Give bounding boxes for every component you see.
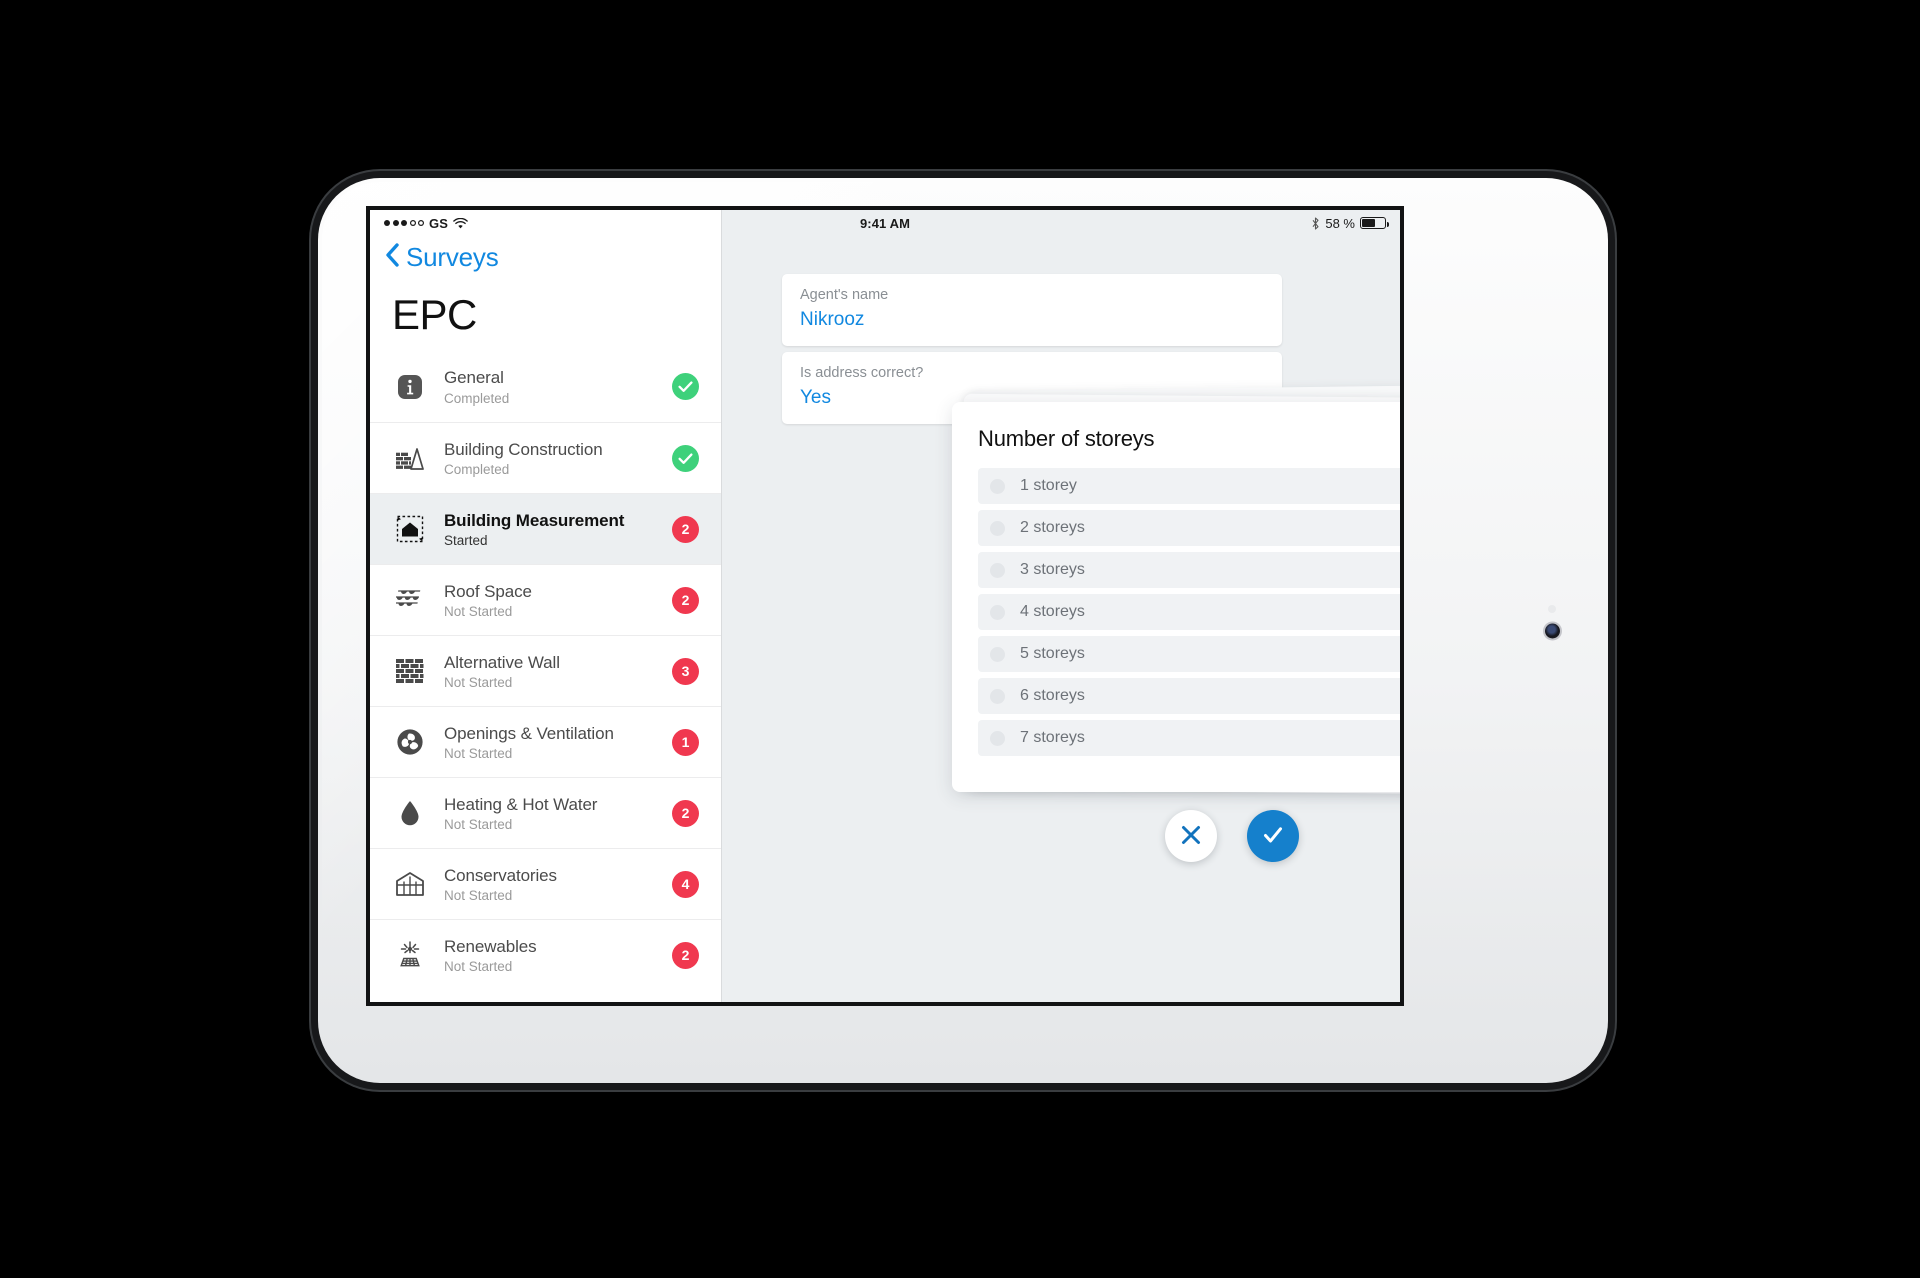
status-badge-count: 2 (672, 941, 699, 969)
option-label: 7 storeys (1020, 729, 1085, 746)
option-3-storeys[interactable]: 3 storeys (978, 552, 1400, 588)
ambient-light-sensor (1548, 604, 1556, 613)
sidebar-item-text: Heating & Hot Water Not Started (444, 794, 672, 832)
fan-icon (392, 724, 428, 760)
sidebar-item-status: Not Started (444, 604, 513, 620)
front-camera-icon (1545, 623, 1560, 638)
conservatory-icon (392, 866, 428, 902)
status-badge-count: 1 (672, 728, 699, 756)
sidebar-item-text: Building Measurement Started (444, 510, 672, 548)
back-to-surveys-button[interactable]: Surveys (370, 236, 721, 277)
survey-detail-panel: Agent's name Nikrooz Is address correct?… (722, 210, 1400, 1002)
close-icon (1180, 824, 1202, 849)
radio-icon (990, 688, 1005, 704)
sidebar-item-label: Building Measurement (444, 510, 625, 530)
sidebar-item-status: Not Started (444, 888, 513, 904)
question-card-stack: Number of storeys 1 storey 2 storeys 3 s… (952, 210, 1400, 1002)
confirm-button[interactable] (1247, 810, 1299, 862)
sidebar-item-text: Conservatories Not Started (444, 865, 672, 903)
sidebar-item-text: Building Construction Completed (444, 439, 672, 477)
option-label: 2 storeys (1020, 519, 1085, 536)
info-icon (392, 369, 428, 405)
chevron-left-icon (384, 242, 400, 273)
status-badge-count: 3 (672, 657, 699, 685)
radio-icon (990, 730, 1005, 746)
option-label: 5 storeys (1020, 645, 1085, 662)
cancel-button[interactable] (1165, 810, 1217, 862)
radio-icon (990, 646, 1005, 662)
page-title: EPC (392, 291, 477, 338)
radio-icon (990, 520, 1005, 536)
sidebar-item-roof-space[interactable]: Roof Space Not Started 2 (370, 564, 721, 635)
radio-icon (990, 478, 1005, 494)
number-of-storeys-card: Number of storeys 1 storey 2 storeys 3 s… (952, 402, 1400, 792)
sidebar-item-text: Roof Space Not Started (444, 581, 672, 619)
option-7-storeys[interactable]: 7 storeys (978, 720, 1400, 756)
water-drop-icon (392, 795, 428, 831)
sidebar-item-status: Completed (444, 462, 510, 478)
option-4-storeys[interactable]: 4 storeys (978, 594, 1400, 630)
brick-wall-icon (392, 653, 428, 689)
option-5-storeys[interactable]: 5 storeys (978, 636, 1400, 672)
option-label: 3 storeys (1020, 561, 1085, 578)
sidebar-item-text: General Completed (444, 367, 672, 405)
status-badge-count: 2 (672, 515, 699, 543)
sidebar-item-status: Started (444, 533, 488, 549)
sidebar-item-label: Building Construction (444, 439, 603, 459)
screenshot-root: GS 9:41 AM 58 % Surveys EPC General Comp… (0, 0, 1920, 1278)
check-icon (1261, 823, 1285, 850)
option-label: 6 storeys (1020, 687, 1085, 704)
radio-icon (990, 562, 1005, 578)
sidebar-item-status: Not Started (444, 817, 513, 833)
sidebar-item-status: Not Started (444, 675, 513, 691)
radio-icon (990, 604, 1005, 620)
option-2-storeys[interactable]: 2 storeys (978, 510, 1400, 546)
sidebar-item-heating-hot-water[interactable]: Heating & Hot Water Not Started 2 (370, 777, 721, 848)
roof-tiles-icon (392, 582, 428, 618)
sidebar-item-conservatories[interactable]: Conservatories Not Started 4 (370, 848, 721, 919)
sidebar-item-text: Renewables Not Started (444, 936, 672, 974)
survey-section-list: General Completed Building Construction … (370, 351, 721, 1002)
ipad-screen: GS 9:41 AM 58 % Surveys EPC General Comp… (370, 210, 1400, 1002)
option-6-storeys[interactable]: 6 storeys (978, 678, 1400, 714)
sidebar-item-label: Alternative Wall (444, 652, 560, 672)
sidebar-item-general[interactable]: General Completed (370, 351, 721, 422)
card-action-buttons (952, 810, 1400, 862)
option-1-storey[interactable]: 1 storey (978, 468, 1400, 504)
sidebar-item-building-construction[interactable]: Building Construction Completed (370, 422, 721, 493)
sidebar-item-status: Not Started (444, 959, 513, 975)
sidebar-item-label: Conservatories (444, 865, 557, 885)
status-badge-completed (672, 373, 699, 400)
ipad-device-frame: GS 9:41 AM 58 % Surveys EPC General Comp… (318, 178, 1608, 1083)
sidebar-item-status: Not Started (444, 746, 513, 762)
status-badge-count: 2 (672, 586, 699, 614)
sidebar-item-text: Alternative Wall Not Started (444, 652, 672, 690)
surveys-sidebar: Surveys EPC General Completed Building C… (370, 210, 722, 1002)
back-label: Surveys (406, 242, 499, 272)
sidebar-item-label: Renewables (444, 936, 537, 956)
sidebar-item-label: Openings & Ventilation (444, 723, 614, 743)
sidebar-item-label: General (444, 368, 504, 388)
sidebar-item-text: Openings & Ventilation Not Started (444, 723, 672, 761)
bricks-icon (392, 440, 428, 476)
sidebar-item-openings-ventilation[interactable]: Openings & Ventilation Not Started 1 (370, 706, 721, 777)
sidebar-item-label: Roof Space (444, 581, 532, 601)
sidebar-item-building-measurement[interactable]: Building Measurement Started 2 (370, 493, 721, 564)
option-label: 4 storeys (1020, 603, 1085, 620)
sidebar-item-alternative-wall[interactable]: Alternative Wall Not Started 3 (370, 635, 721, 706)
status-badge-completed (672, 444, 699, 472)
sidebar-item-label: Heating & Hot Water (444, 794, 598, 814)
card-title: Number of storeys (978, 426, 1155, 451)
sidebar-item-status: Completed (444, 390, 510, 406)
solar-panel-icon (392, 937, 428, 973)
sidebar-item-renewables[interactable]: Renewables Not Started 2 (370, 919, 721, 990)
option-label: 1 storey (1020, 477, 1077, 494)
status-badge-count: 2 (672, 799, 699, 827)
measure-house-icon (392, 511, 428, 547)
status-badge-count: 4 (672, 870, 699, 898)
